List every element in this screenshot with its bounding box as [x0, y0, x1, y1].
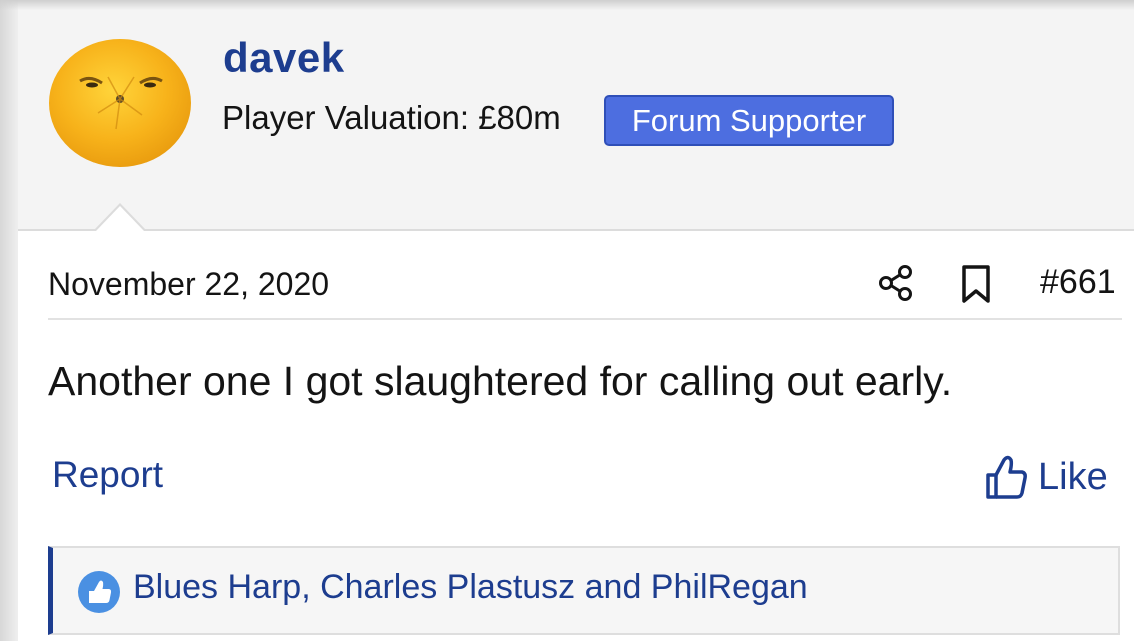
- share-icon[interactable]: [876, 263, 916, 303]
- post-date[interactable]: November 22, 2020: [48, 266, 329, 303]
- post-number[interactable]: #661: [1040, 263, 1116, 302]
- reaction-users[interactable]: Blues Harp, Charles Plastusz and PhilReg…: [133, 568, 808, 607]
- avatar[interactable]: [48, 37, 193, 169]
- forum-supporter-badge: Forum Supporter: [604, 95, 894, 146]
- header-pointer-inner: [96, 206, 144, 231]
- like-button[interactable]: Like: [984, 452, 1108, 502]
- thumbs-up-icon: [986, 455, 1027, 499]
- report-link[interactable]: Report: [52, 454, 163, 496]
- like-label: Like: [1038, 455, 1108, 498]
- username[interactable]: davek: [223, 34, 345, 82]
- window-edge: [0, 0, 18, 641]
- like-reaction-icon: [78, 571, 120, 613]
- divider: [48, 318, 1122, 320]
- bookmark-icon[interactable]: [958, 264, 994, 304]
- post-body: Another one I got slaughtered for callin…: [48, 358, 953, 404]
- top-shadow: [0, 0, 1134, 10]
- player-valuation: Player Valuation: £80m: [222, 99, 561, 136]
- reactions-bar[interactable]: Blues Harp, Charles Plastusz and PhilReg…: [48, 546, 1120, 635]
